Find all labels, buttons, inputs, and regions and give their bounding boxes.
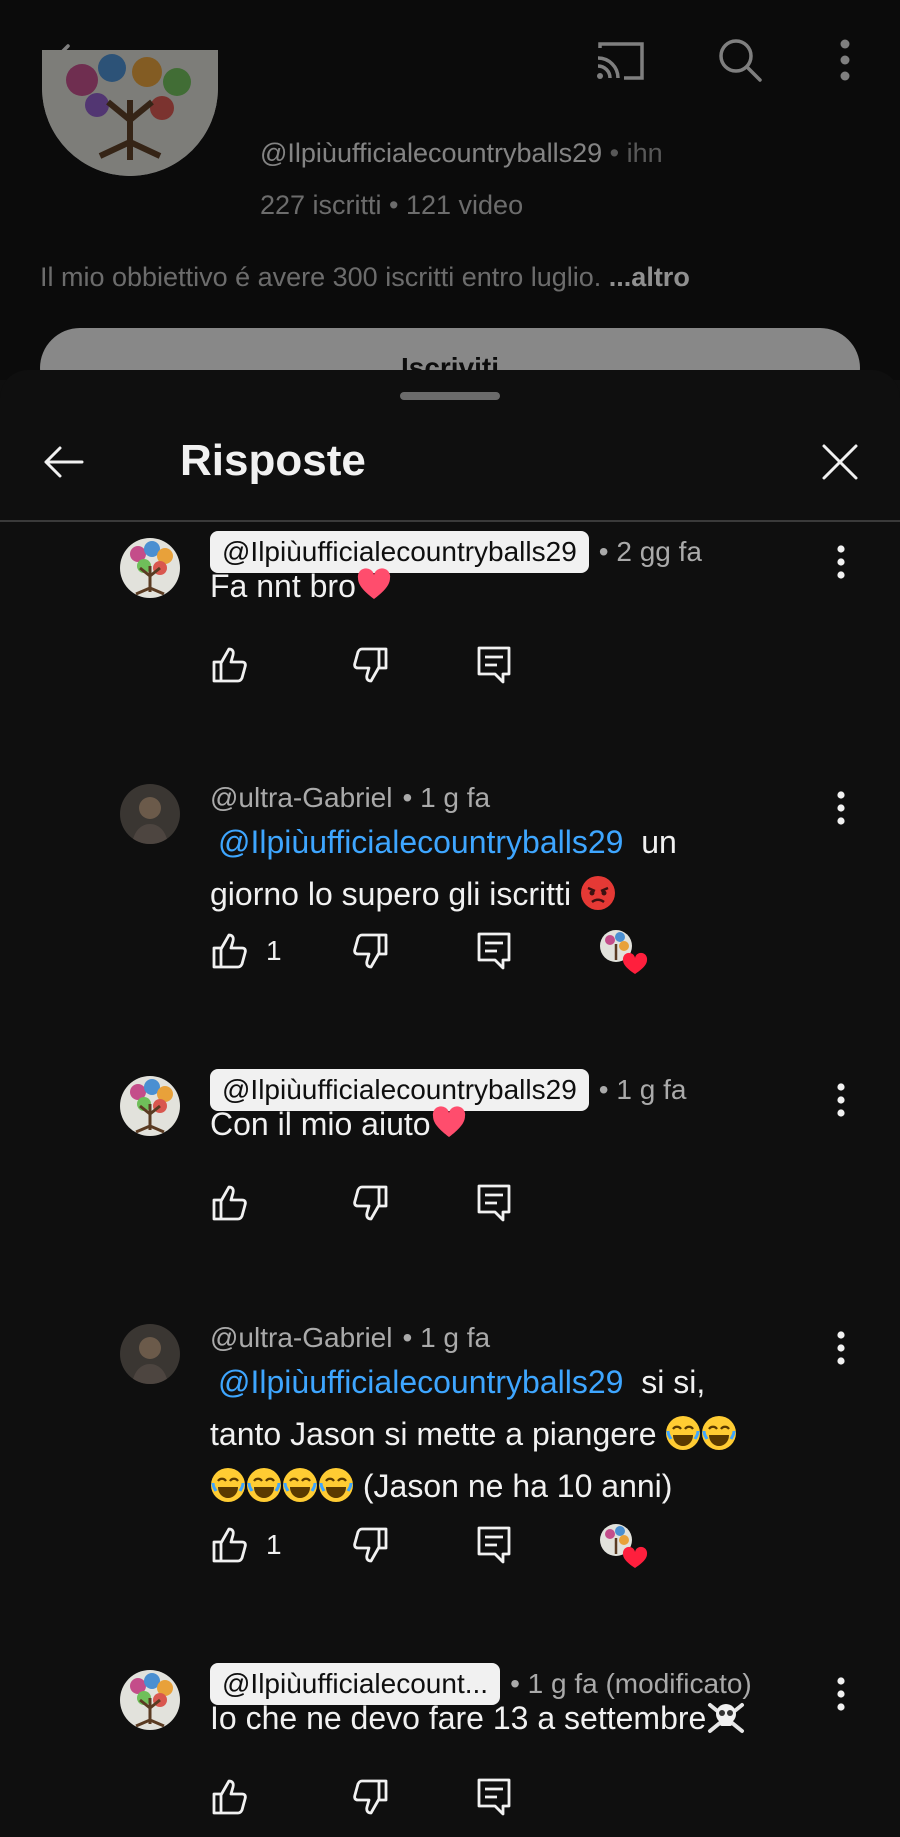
joy-emoji bbox=[701, 1414, 737, 1450]
thumb-up-icon bbox=[212, 1185, 247, 1221]
thumb-up-icon bbox=[212, 1779, 247, 1815]
reply-button[interactable] bbox=[476, 1772, 512, 1822]
channel-page-background: @Ilpiùufficialecountryballs29 • ihn 227 … bbox=[0, 0, 900, 380]
reply-text: @Ilpiùufficialecountryballs29 un giorno … bbox=[210, 824, 677, 912]
thumb-up-icon bbox=[212, 647, 247, 683]
like-button[interactable]: 1 bbox=[210, 926, 282, 976]
thumb-down-icon bbox=[353, 647, 388, 683]
thumb-down-icon bbox=[353, 1779, 388, 1815]
comment-icon bbox=[477, 1184, 511, 1222]
reply-actions bbox=[210, 1772, 850, 1822]
channel-avatar[interactable] bbox=[42, 50, 218, 176]
reply-text: Fa nnt bro bbox=[210, 560, 850, 612]
heart-emoji bbox=[431, 1104, 467, 1140]
reply-actions: 1 bbox=[210, 1520, 850, 1570]
avatar[interactable] bbox=[120, 1324, 180, 1384]
like-button[interactable] bbox=[210, 1772, 250, 1822]
back-arrow-icon[interactable] bbox=[30, 430, 94, 494]
angry-face-emoji bbox=[580, 874, 616, 910]
comment-icon bbox=[477, 1526, 511, 1564]
author-name[interactable]: @ultra-Gabriel bbox=[210, 1322, 392, 1354]
reply-button[interactable] bbox=[476, 1520, 512, 1570]
comment-icon bbox=[477, 932, 511, 970]
creator-heart-badge bbox=[598, 1522, 648, 1572]
thumb-down-icon bbox=[353, 1527, 388, 1563]
avatar[interactable] bbox=[120, 538, 180, 598]
drag-handle[interactable] bbox=[400, 392, 500, 400]
comment-icon bbox=[477, 1778, 511, 1816]
dislike-button[interactable] bbox=[350, 640, 390, 690]
mention-link[interactable]: @Ilpiùufficialecountryballs29 bbox=[218, 1364, 623, 1400]
dislike-button[interactable] bbox=[350, 1520, 390, 1570]
channel-handle[interactable]: @Ilpiùufficialecountryballs29 • ihn bbox=[260, 138, 663, 169]
reply-button[interactable] bbox=[476, 640, 512, 690]
thumb-up-icon bbox=[212, 1527, 247, 1563]
thumb-down-icon bbox=[353, 1185, 388, 1221]
search-icon[interactable] bbox=[710, 30, 770, 90]
joy-emoji bbox=[282, 1466, 318, 1502]
avatar[interactable] bbox=[120, 1670, 180, 1730]
reply-text: @Ilpiùufficialecountryballs29 si si, tan… bbox=[210, 1356, 850, 1512]
like-button[interactable] bbox=[210, 1178, 250, 1228]
creator-heart-badge bbox=[598, 928, 648, 978]
thumb-down-icon bbox=[353, 933, 388, 969]
dislike-button[interactable] bbox=[350, 1772, 390, 1822]
reply-text: Io che ne devo fare 13 a settembre bbox=[210, 1692, 850, 1744]
joy-emoji bbox=[318, 1466, 354, 1502]
reply-timestamp: • 1 g fa bbox=[402, 1322, 491, 1353]
like-button[interactable] bbox=[210, 640, 250, 690]
more-vert-icon[interactable] bbox=[815, 30, 875, 90]
close-icon[interactable] bbox=[808, 430, 872, 494]
like-count: 1 bbox=[266, 1529, 282, 1560]
skull-crossbones-emoji bbox=[706, 1698, 745, 1734]
cast-icon[interactable] bbox=[590, 30, 650, 90]
joy-emoji bbox=[246, 1466, 282, 1502]
reply-actions bbox=[210, 640, 850, 690]
mention-link[interactable]: @Ilpiùufficialecountryballs29 bbox=[218, 824, 623, 860]
heart-emoji bbox=[356, 566, 392, 602]
reply-text: Con il mio aiuto bbox=[210, 1098, 850, 1150]
like-count: 1 bbox=[266, 935, 282, 966]
dislike-button[interactable] bbox=[350, 1178, 390, 1228]
sheet-title: Risposte bbox=[180, 436, 366, 485]
more-link[interactable]: ...altro bbox=[609, 262, 690, 292]
replies-sheet: Risposte @Ilpiùufficialecountryballs29 •… bbox=[0, 370, 900, 1837]
dislike-button[interactable] bbox=[350, 926, 390, 976]
comment-icon bbox=[477, 646, 511, 684]
author-name[interactable]: @ultra-Gabriel bbox=[210, 782, 392, 814]
joy-emoji bbox=[665, 1414, 701, 1450]
channel-stats: 227 iscritti • 121 video bbox=[260, 190, 524, 220]
avatar[interactable] bbox=[120, 1076, 180, 1136]
reply-actions bbox=[210, 1178, 850, 1228]
thumb-up-icon bbox=[212, 933, 247, 969]
like-button[interactable]: 1 bbox=[210, 1520, 282, 1570]
joy-emoji bbox=[210, 1466, 246, 1502]
reply-timestamp: • 1 g fa bbox=[402, 782, 491, 813]
reply-button[interactable] bbox=[476, 926, 512, 976]
avatar[interactable] bbox=[120, 784, 180, 844]
divider bbox=[0, 520, 900, 522]
reply-actions: 1 bbox=[210, 926, 850, 976]
reply-button[interactable] bbox=[476, 1178, 512, 1228]
channel-description[interactable]: Il mio obbiettivo é avere 300 iscritti e… bbox=[40, 262, 690, 293]
